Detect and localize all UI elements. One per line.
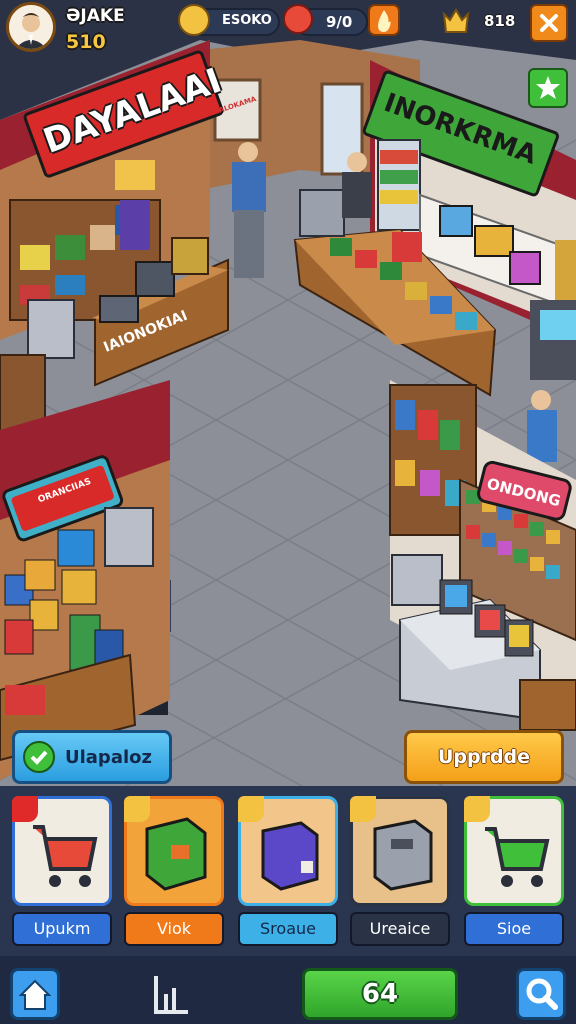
card-machine[interactable]	[350, 796, 450, 906]
badge-icon	[238, 796, 264, 822]
card-label-2[interactable]: Viok	[124, 912, 224, 946]
card-cart-green[interactable]	[464, 796, 564, 906]
player-name: ƏJAKE	[66, 6, 125, 26]
player-level: 510	[66, 31, 106, 53]
badge-icon	[12, 796, 38, 822]
card-label-4[interactable]: Ureaice	[350, 912, 450, 946]
chart-icon	[154, 976, 188, 1014]
badge-icon	[350, 796, 376, 822]
card-box-green[interactable]	[124, 796, 224, 906]
close-button[interactable]	[530, 4, 568, 42]
card-label-5[interactable]: Sioe	[464, 912, 564, 946]
check-icon	[23, 741, 55, 773]
close-icon	[540, 14, 558, 32]
crown-icon	[441, 4, 471, 38]
search-icon	[526, 978, 558, 1010]
search-button[interactable]	[516, 968, 566, 1020]
card-cart[interactable]	[12, 796, 112, 906]
player-avatar[interactable]	[6, 2, 56, 52]
coin-icon	[178, 4, 210, 36]
card-box-purple[interactable]	[238, 796, 338, 906]
favorites-button[interactable]	[528, 68, 568, 108]
card-label-1[interactable]: Upukm	[12, 912, 112, 946]
upgrade-button[interactable]: Upprdde	[404, 730, 564, 784]
left-action-button[interactable]: Ulapaloz	[12, 730, 172, 784]
left-action-label: Ulapaloz	[65, 747, 152, 768]
home-button[interactable]	[10, 968, 60, 1020]
top-hud: ƏJAKE 510 ESOKO 9/0 818	[0, 0, 576, 53]
upgrade-label: Upprdde	[437, 746, 531, 768]
hearts-label: 9/0	[326, 13, 353, 31]
center-action-button[interactable]: 64	[302, 968, 458, 1020]
center-action-label: 64	[361, 979, 399, 1009]
heart-icon	[283, 4, 313, 34]
flame-icon	[378, 10, 391, 32]
crowns-label: 818	[484, 12, 516, 30]
shopper-center	[232, 142, 266, 278]
badge-icon	[464, 796, 490, 822]
badge-icon	[124, 796, 150, 822]
player-portrait-icon	[9, 5, 53, 49]
card-label-3[interactable]: Sroaue	[238, 912, 338, 946]
stats-button[interactable]	[150, 970, 194, 1018]
home-icon	[18, 979, 52, 1010]
fire-button[interactable]	[368, 4, 400, 36]
coins-label: ESOKO	[222, 13, 272, 28]
star-icon	[536, 76, 560, 99]
